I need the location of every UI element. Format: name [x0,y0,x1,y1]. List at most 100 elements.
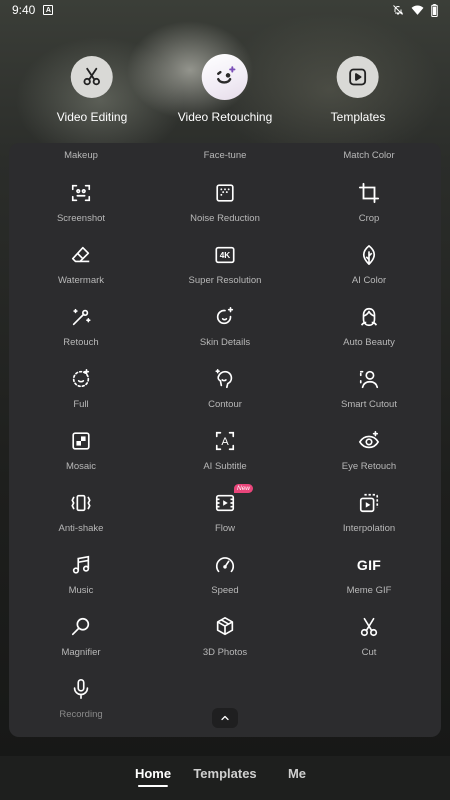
mode-label: Templates [330,110,386,124]
tool-label: Recording [59,709,103,720]
tool-retouch[interactable]: Retouch [21,306,141,348]
svg-text:A: A [221,436,229,448]
tool-label: Full [73,399,89,410]
tool-label: Skin Details [199,337,251,348]
tool-label: Noise Reduction [190,213,260,224]
tool-music[interactable]: Music [21,554,141,596]
nav-home[interactable]: Home [135,766,171,787]
dotted-face-icon [72,369,90,388]
scissors-icon [360,617,378,637]
tool-mosaic[interactable]: Mosaic [21,430,141,472]
mode-templates[interactable]: Templates [330,56,386,124]
chevron-up-icon [221,715,229,721]
cube-icon [216,617,234,636]
tool-label: Auto Beauty [343,337,395,348]
status-bar: 9:40 A [0,0,450,20]
active-indicator [138,785,168,787]
eye-icon [358,431,380,449]
status-time: 9:40 [12,3,36,17]
tool-skin-details[interactable]: Skin Details [165,306,285,348]
tool-auto-beauty[interactable]: Auto Beauty [309,306,429,348]
wink-face-icon [202,54,248,100]
bottom-nav: Home Templates Me [0,756,450,800]
music-note-icon [72,555,90,574]
leaf-icon [362,245,376,265]
subtitle-icon: A [215,431,235,451]
person-cutout-icon [359,370,379,389]
anti-shake-icon [71,494,91,512]
mosaic-icon [72,432,90,450]
interpolation-icon [359,493,379,513]
tool-crop[interactable]: Crop [309,182,429,224]
tool-3d-photos[interactable]: 3D Photos [165,616,285,658]
mode-video-editing[interactable]: Video Editing [56,56,128,124]
tool-label: Mosaic [65,461,97,472]
tool-watermark[interactable]: Watermark [21,244,141,286]
tool-eye-retouch[interactable]: Eye Retouch [309,430,429,472]
screenshot-icon [71,184,91,202]
tool-label: AI Color [351,275,387,286]
tool-cut[interactable]: Cut [309,616,429,658]
tool-contour[interactable]: Contour [165,368,285,410]
4k-icon: 4K [215,246,235,264]
nav-label: Home [134,766,172,781]
tool-magnifier[interactable]: Magnifier [21,616,141,658]
crop-icon [358,182,380,204]
tool-label: Music [68,585,94,596]
tool-interpolation[interactable]: Interpolation [309,492,429,534]
tool-super-resolution[interactable]: 4K Super Resolution [165,244,285,286]
tool-flow[interactable]: New Flow [165,484,285,534]
tool-screenshot[interactable]: Screenshot [21,182,141,224]
tool-makeup[interactable]: Makeup [64,150,98,161]
tool-label: Speed [211,585,239,596]
mode-label: Video Retouching [177,110,273,124]
magnifier-icon [71,617,90,636]
face-portrait-icon [360,307,378,327]
nav-me[interactable]: Me [288,766,306,781]
nav-templates[interactable]: Templates [193,766,256,781]
tool-match-color[interactable]: Match Color [343,150,394,161]
tool-smart-cutout[interactable]: Smart Cutout [309,368,429,410]
play-square-icon [336,56,379,98]
tool-label: Cut [361,647,377,658]
tool-face-tune[interactable]: Face-tune [204,150,247,161]
tool-ai-color[interactable]: AI Color [309,244,429,286]
a-icon: A [43,5,54,15]
speedometer-icon [215,557,235,573]
tools-panel: Makeup Face-tune Match Color Screenshot … [9,143,441,737]
scissors-icon [71,56,113,98]
tool-label: Contour [208,399,242,410]
tool-label: Flow [214,523,236,534]
tool-recording[interactable]: Recording [21,678,141,720]
tool-label: Retouch [63,337,99,348]
tool-label: AI Subtitle [203,461,247,472]
tool-ai-subtitle[interactable]: A AI Subtitle [165,430,285,472]
flow-icon [215,494,235,512]
contour-icon [215,369,233,389]
gif-icon: GIF [356,557,382,573]
noise-reduction-icon [216,184,234,202]
battery-icon [431,3,438,17]
new-badge: New [234,484,254,493]
tool-meme-gif[interactable]: GIF Meme GIF [309,554,429,596]
svg-text:4K: 4K [220,251,231,260]
tool-speed[interactable]: Speed [165,554,285,596]
tool-label: Smart Cutout [341,399,397,410]
tool-anti-shake[interactable]: Anti-shake [21,492,141,534]
wifi-icon [411,5,424,15]
tool-label: Crop [358,213,380,224]
mode-label: Video Editing [56,110,128,124]
bell-off-icon [393,5,404,15]
magic-wand-icon [72,308,91,326]
sparkle-circle-icon [216,307,234,325]
tool-label: Eye Retouch [341,461,397,472]
tool-label: Anti-shake [58,523,104,534]
tool-label: Super Resolution [188,275,262,286]
collapse-button[interactable] [212,708,238,728]
eraser-icon [71,246,90,263]
mode-video-retouching[interactable]: Video Retouching [177,54,273,124]
tool-full[interactable]: Full [21,368,141,410]
tool-label: Screenshot [56,213,106,224]
tool-label: Watermark [57,275,105,286]
tool-noise-reduction[interactable]: Noise Reduction [165,182,285,224]
